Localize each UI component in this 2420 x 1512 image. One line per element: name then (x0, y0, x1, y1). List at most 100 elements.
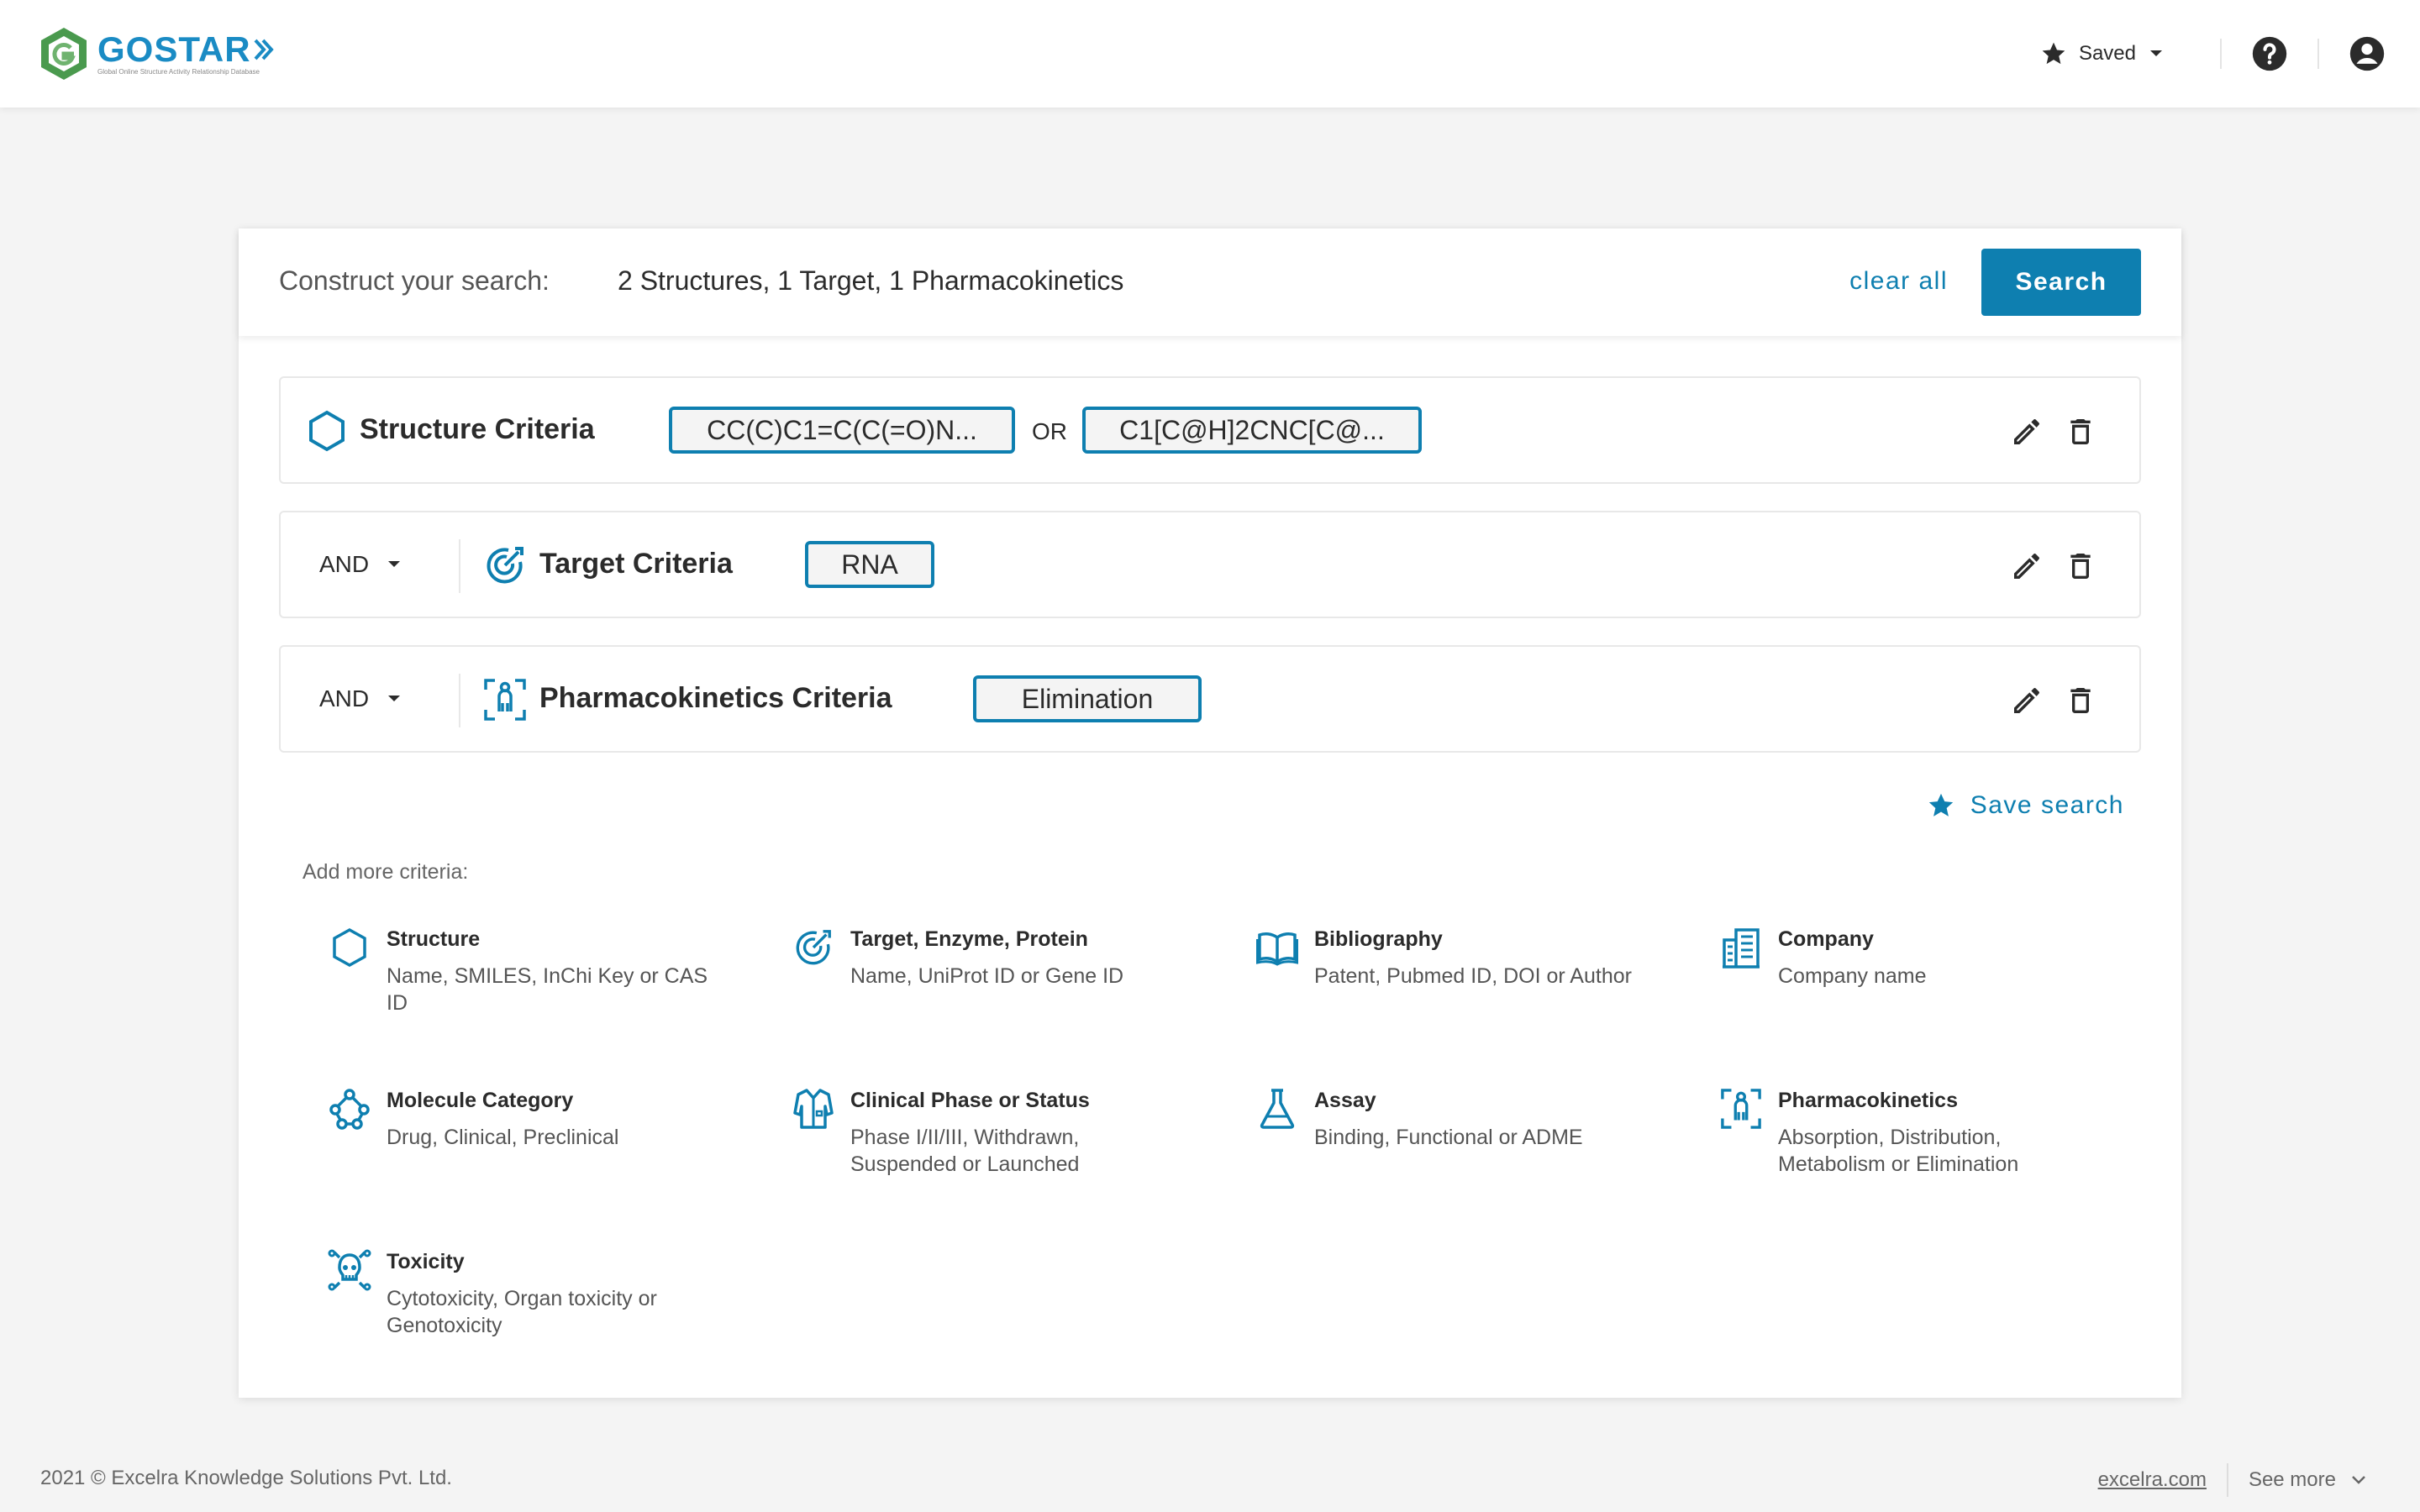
option-title: Toxicity (387, 1250, 465, 1273)
save-search-link[interactable]: Save search (1927, 791, 2124, 820)
saved-dropdown[interactable]: Saved (2023, 40, 2191, 67)
add-clinical-phase-option[interactable]: Clinical Phase or Status Phase I/II/III,… (790, 1085, 1210, 1186)
operator-dropdown[interactable]: AND (319, 685, 401, 712)
edit-button[interactable] (2007, 412, 2047, 452)
option-title: Bibliography (1314, 927, 1443, 951)
gostar-logo[interactable]: GOSTAR Global Online Structure Activity … (39, 25, 275, 82)
gostar-logo-icon (41, 28, 87, 80)
skull-icon (326, 1247, 373, 1294)
option-description: Company name (1778, 964, 1927, 988)
header-divider (2220, 39, 2222, 69)
add-target-option[interactable]: Target, Enzyme, Protein Name, UniProt ID… (790, 924, 1210, 1025)
option-title: Company (1778, 927, 1874, 951)
see-more-dropdown[interactable]: See more (2249, 1468, 2366, 1492)
book-icon (1254, 924, 1301, 971)
search-summary: 2 Structures, 1 Target, 1 Pharmacokineti… (618, 265, 1124, 296)
option-title: Structure (387, 927, 481, 951)
hexagon-icon (326, 924, 373, 971)
target-icon (790, 924, 837, 971)
criteria-title: Target Criteria (539, 548, 733, 580)
footer-links: excelra.com See more (2098, 1463, 2366, 1497)
help-button[interactable] (2250, 34, 2289, 73)
option-description: Patent, Pubmed ID, DOI or Author (1314, 964, 1632, 988)
person-scan-icon (1718, 1085, 1765, 1132)
add-company-option[interactable]: Company Company name (1718, 924, 2138, 1025)
header-divider (2317, 39, 2319, 69)
chevron-down-icon (388, 696, 401, 701)
delete-button[interactable] (2060, 680, 2101, 721)
add-structure-option[interactable]: Structure Name, SMILES, InChi Key or CAS… (326, 924, 746, 1025)
target-icon (482, 543, 528, 588)
target-criteria-row: AND Target Criteria RNA (279, 511, 2141, 618)
trash-icon (2070, 554, 2091, 579)
excelra-link[interactable]: excelra.com (2098, 1468, 2207, 1492)
option-description: Cytotoxicity, Organ toxicity or Genotoxi… (387, 1287, 657, 1337)
lab-coat-icon (790, 1085, 837, 1132)
add-pharmacokinetics-option[interactable]: Pharmacokinetics Absorption, Distributio… (1718, 1085, 2138, 1186)
criteria-chip[interactable]: C1[C@H]2CNC[C@... (1082, 407, 1422, 454)
chevron-down-icon (2150, 50, 2162, 56)
chevron-down-icon (2352, 1476, 2365, 1484)
option-title: Pharmacokinetics (1778, 1089, 1958, 1112)
star-icon (2042, 42, 2065, 65)
pencil-icon (2014, 419, 2039, 444)
criteria-chip[interactable]: RNA (805, 541, 934, 588)
option-description: Binding, Functional or ADME (1314, 1126, 1583, 1149)
delete-button[interactable] (2060, 412, 2101, 452)
operator-label: AND (319, 685, 370, 711)
see-more-label: See more (2248, 1468, 2336, 1491)
clear-all-link[interactable]: clear all (1849, 267, 1948, 296)
trash-icon (2070, 419, 2091, 444)
account-button[interactable] (2348, 34, 2386, 73)
operator-dropdown[interactable]: AND (319, 551, 401, 578)
operator-divider (459, 539, 460, 593)
option-title: Assay (1314, 1089, 1376, 1112)
criteria-title: Structure Criteria (360, 413, 595, 445)
add-more-label: Add more criteria: (302, 860, 469, 884)
option-description: Drug, Clinical, Preclinical (387, 1126, 619, 1149)
building-icon (1718, 924, 1765, 971)
operator-label: AND (319, 551, 370, 577)
search-builder-card: Construct your search: 2 Structures, 1 T… (239, 228, 2181, 1398)
option-title: Clinical Phase or Status (850, 1089, 1090, 1112)
double-chevron-icon (254, 39, 274, 60)
saved-label: Saved (2078, 42, 2136, 65)
add-assay-option[interactable]: Assay Binding, Functional or ADME (1254, 1085, 1674, 1186)
criteria-title: Pharmacokinetics Criteria (539, 682, 892, 714)
footer-divider (2226, 1463, 2228, 1497)
construct-search-bar: Construct your search: 2 Structures, 1 T… (239, 228, 2181, 336)
trash-icon (2070, 688, 2091, 713)
delete-button[interactable] (2060, 546, 2101, 586)
operator-divider (459, 674, 460, 727)
add-molecule-category-option[interactable]: Molecule Category Drug, Clinical, Precli… (326, 1085, 746, 1186)
structure-criteria-row: Structure Criteria CC(C)C1=C(C(=O)N... O… (279, 376, 2141, 484)
or-joiner: OR (1032, 418, 1067, 444)
logo-wordmark: GOSTAR (97, 29, 251, 69)
molecule-icon (326, 1085, 373, 1132)
person-scan-icon (482, 677, 528, 722)
logo-tagline: Global Online Structure Activity Relatio… (97, 68, 260, 76)
save-search-label: Save search (1970, 791, 2124, 819)
edit-button[interactable] (2007, 546, 2047, 586)
option-title: Molecule Category (387, 1089, 574, 1112)
top-header: GOSTAR Global Online Structure Activity … (0, 0, 2420, 108)
option-title: Target, Enzyme, Protein (850, 927, 1088, 951)
copyright-text: 2021 © Excelra Knowledge Solutions Pvt. … (40, 1467, 452, 1489)
edit-button[interactable] (2007, 680, 2047, 721)
add-bibliography-option[interactable]: Bibliography Patent, Pubmed ID, DOI or A… (1254, 924, 1674, 1025)
search-button[interactable]: Search (1981, 249, 2141, 316)
hexagon-icon (304, 408, 350, 454)
criteria-chip[interactable]: CC(C)C1=C(C(=O)N... (669, 407, 1015, 454)
pencil-icon (2014, 688, 2039, 713)
account-icon (2349, 36, 2385, 71)
add-toxicity-option[interactable]: Toxicity Cytotoxicity, Organ toxicity or… (326, 1247, 746, 1347)
pencil-icon (2014, 554, 2039, 579)
option-description: Name, UniProt ID or Gene ID (850, 964, 1124, 988)
option-description: Name, SMILES, InChi Key or CAS ID (387, 964, 708, 1015)
pharmacokinetics-criteria-row: AND Pharmacokinetics Criteria Eliminatio… (279, 645, 2141, 753)
construct-label: Construct your search: (279, 265, 550, 296)
option-description: Phase I/II/III, Withdrawn, Suspended or … (850, 1126, 1080, 1176)
option-description: Absorption, Distribution, Metabolism or … (1778, 1126, 2019, 1176)
chevron-down-icon (388, 561, 401, 567)
criteria-chip[interactable]: Elimination (973, 675, 1202, 722)
